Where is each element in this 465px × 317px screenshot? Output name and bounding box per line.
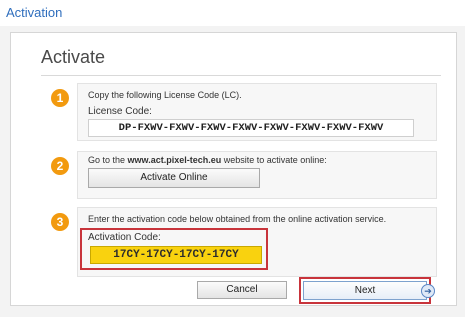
window-title: Activation: [6, 5, 63, 20]
activation-panel: Activate 1 Copy the following License Co…: [10, 32, 457, 306]
arrow-circle-right-icon[interactable]: ➔: [421, 284, 435, 298]
activate-online-button[interactable]: Activate Online: [88, 168, 260, 188]
step-2-text-suffix: website to activate online:: [221, 155, 327, 165]
step-1-section: Copy the following License Code (LC). Li…: [77, 83, 437, 141]
activation-code-label: Activation Code:: [88, 232, 161, 243]
license-code-label: License Code:: [88, 106, 152, 117]
step-3-instruction: Enter the activation code below obtained…: [88, 214, 387, 224]
step-3-badge: 3: [51, 213, 69, 231]
window-body: Activate 1 Copy the following License Co…: [0, 26, 465, 317]
step-3-section: Enter the activation code below obtained…: [77, 207, 437, 277]
step-2-instruction: Go to the www.act.pixel-tech.eu website …: [88, 155, 327, 165]
step-2-section: Go to the www.act.pixel-tech.eu website …: [77, 151, 437, 199]
activation-site-link: www.act.pixel-tech.eu: [127, 155, 222, 165]
activation-code-input[interactable]: 17CY-17CY-17CY-17CY: [90, 246, 262, 264]
license-code-field[interactable]: DP-FXWV-FXWV-FXWV-FXWV-FXWV-FXWV-FXWV-FX…: [88, 119, 414, 137]
heading-divider: [41, 75, 441, 76]
next-button[interactable]: Next: [303, 281, 427, 300]
step-1-instruction: Copy the following License Code (LC).: [88, 90, 242, 100]
step-1-badge: 1: [51, 89, 69, 107]
title-bar: Activation: [0, 0, 465, 27]
cancel-button[interactable]: Cancel: [197, 281, 287, 299]
page-title: Activate: [41, 47, 106, 67]
step-2-badge: 2: [51, 157, 69, 175]
step-2-text-prefix: Go to the: [88, 155, 128, 165]
